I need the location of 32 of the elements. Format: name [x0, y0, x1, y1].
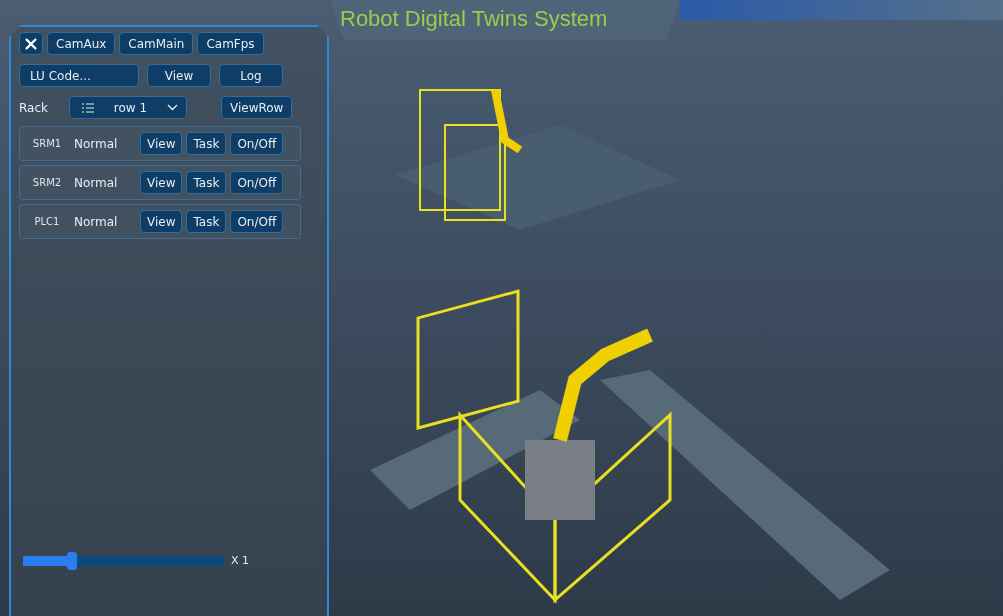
task-button[interactable]: Task: [186, 210, 227, 233]
view-button[interactable]: View: [147, 64, 211, 87]
rack-dropdown[interactable]: row 1: [69, 96, 187, 119]
view-button[interactable]: View: [140, 132, 183, 155]
chevron-down-icon: [167, 104, 178, 111]
slider-fill[interactable]: [23, 555, 67, 566]
view-button[interactable]: View: [140, 210, 183, 233]
camera-button[interactable]: CamAux: [47, 32, 116, 55]
power-button[interactable]: On/Off: [230, 210, 284, 233]
log-button[interactable]: Log: [219, 64, 283, 87]
slider-thumb[interactable]: [67, 551, 77, 570]
power-button[interactable]: On/Off: [230, 132, 284, 155]
device-name: SRM2: [31, 177, 63, 188]
device-status: Normal: [74, 136, 119, 151]
view-row-button[interactable]: ViewRow: [221, 96, 293, 119]
camera-button[interactable]: CamMain: [119, 32, 194, 55]
device-status: Normal: [74, 214, 119, 229]
speed-reading: X 1: [231, 554, 250, 567]
device-name: SRM1: [31, 138, 63, 149]
task-button[interactable]: Task: [186, 171, 227, 194]
close-icon: [25, 37, 37, 50]
lu-code-field[interactable]: LU Code...: [19, 64, 139, 87]
task-button[interactable]: Task: [186, 132, 227, 155]
device-name: PLC1: [33, 216, 61, 227]
power-button[interactable]: On/Off: [230, 171, 284, 194]
device-status: Normal: [74, 175, 119, 190]
list-icon: [82, 102, 94, 113]
camera-button[interactable]: CamFps: [197, 32, 264, 55]
view-button[interactable]: View: [140, 171, 183, 194]
app-title: Robot Digital Twins System: [340, 6, 608, 32]
close-button[interactable]: [19, 32, 43, 55]
rack-label: Rack: [19, 100, 49, 115]
